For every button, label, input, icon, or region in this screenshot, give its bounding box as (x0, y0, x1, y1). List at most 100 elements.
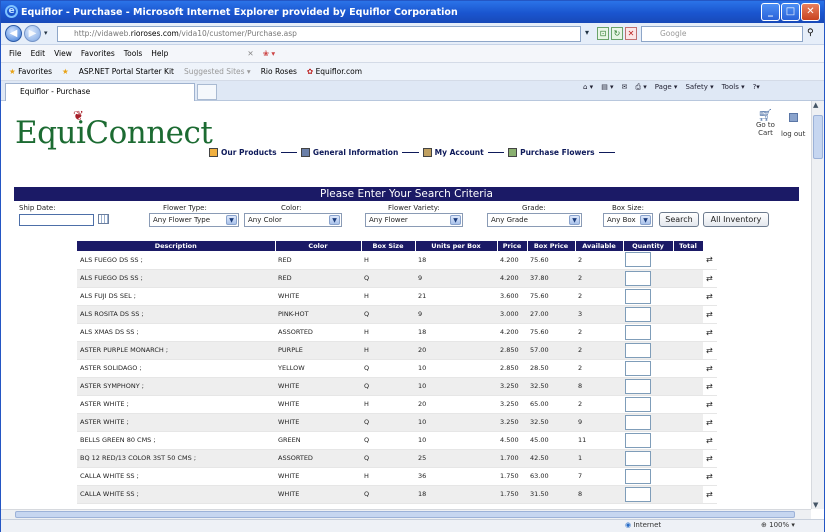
quantity-input[interactable] (625, 252, 651, 268)
quantity-input[interactable] (625, 450, 651, 466)
quantity-input[interactable] (625, 288, 651, 304)
menu-help[interactable]: Help (151, 49, 168, 58)
quantity-input[interactable] (625, 306, 651, 322)
forward-button[interactable]: ▶ (24, 25, 41, 42)
quantity-input[interactable] (625, 486, 651, 502)
quantity-input[interactable] (625, 342, 651, 358)
quantity-input[interactable] (625, 432, 651, 448)
go-to-cart-link[interactable]: 🛒︎ Go to Cart (756, 109, 775, 137)
quantity-input[interactable] (625, 270, 651, 286)
menu-file[interactable]: File (9, 49, 22, 58)
flower-type-select[interactable]: Any Flower Type ▼ (149, 213, 239, 227)
fav-link-rioroses[interactable]: Rio Roses (261, 67, 297, 76)
url-domain: rioroses.com (130, 29, 179, 38)
logo-flower-icon: ❦ (73, 109, 84, 124)
cell-total (673, 269, 703, 288)
logout-link[interactable]: log out (781, 113, 805, 138)
safety-menu[interactable]: Safety ▾ (685, 83, 713, 92)
quantity-input[interactable] (625, 414, 651, 430)
refresh-icon[interactable]: ↻ (611, 27, 623, 40)
compat-view-icon[interactable]: ⊡ (597, 27, 609, 40)
cell-description: ASTER WHITE ; (77, 395, 275, 414)
menu-tools[interactable]: Tools (124, 49, 142, 58)
add-to-cart-icon[interactable]: ⇄ (703, 305, 717, 324)
box-size-label: Box Size: (612, 204, 644, 212)
address-dropdown-icon[interactable]: ▾ (585, 28, 589, 37)
favorites-button[interactable]: ★ Favorites (9, 67, 52, 76)
add-to-cart-icon[interactable]: ⇄ (703, 341, 717, 360)
add-to-cart-icon[interactable]: ⇄ (703, 467, 717, 486)
color-select[interactable]: Any Color ▼ (244, 213, 342, 227)
scroll-up-icon[interactable]: ▲ (813, 101, 818, 109)
print-icon[interactable]: ⎙ ▾ (635, 83, 646, 92)
quantity-input[interactable] (625, 324, 651, 340)
horizontal-scroll-thumb[interactable] (15, 511, 795, 518)
zoom-control[interactable]: ⊕ 100% ▾ (761, 521, 795, 529)
add-to-cart-icon[interactable]: ⇄ (703, 251, 717, 270)
vertical-scrollbar[interactable]: ▲ ▼ (811, 101, 824, 509)
add-to-cart-icon[interactable]: ⇄ (703, 413, 717, 432)
history-dropdown-icon[interactable]: ▾ (44, 29, 48, 37)
search-button[interactable]: Search (659, 212, 699, 227)
new-tab-button[interactable] (197, 84, 217, 100)
ship-date-input[interactable] (19, 214, 94, 226)
nav-our-products[interactable]: Our Products (205, 147, 281, 157)
nav-divider (280, 151, 297, 153)
fav-link-portal[interactable]: ASP.NET Portal Starter Kit (79, 67, 174, 76)
fav-link-suggested[interactable]: Suggested Sites ▾ (184, 67, 251, 76)
grade-select[interactable]: Any Grade ▼ (487, 213, 582, 227)
calendar-icon[interactable] (98, 214, 109, 224)
menu-edit[interactable]: Edit (31, 49, 46, 58)
scroll-down-icon[interactable]: ▼ (813, 501, 818, 509)
page-menu[interactable]: Page ▾ (655, 83, 678, 92)
add-to-cart-icon[interactable]: ⇄ (703, 485, 717, 504)
all-inventory-button[interactable]: All Inventory (703, 212, 769, 227)
add-to-cart-icon[interactable]: ⇄ (703, 359, 717, 378)
cell-units-per-box: 18 (415, 251, 497, 270)
quantity-input[interactable] (625, 360, 651, 376)
search-input[interactable]: Google (641, 26, 803, 42)
add-to-cart-icon[interactable]: ⇄ (703, 449, 717, 468)
tab-equiflor-purchase[interactable]: Equiflor - Purchase (5, 83, 195, 101)
add-favorite-icon[interactable]: ★ (62, 67, 69, 76)
menu-favorites[interactable]: Favorites (81, 49, 115, 58)
vertical-scroll-thumb[interactable] (813, 115, 823, 159)
fav-link-suggested-label: Suggested Sites ▾ (183, 67, 251, 76)
nav-general-info[interactable]: General Information (296, 147, 403, 157)
tools-menu[interactable]: Tools ▾ (722, 83, 745, 92)
mail-icon[interactable]: ✉ (622, 83, 628, 92)
horizontal-scrollbar[interactable] (1, 509, 811, 519)
add-to-cart-icon[interactable]: ⇄ (703, 395, 717, 414)
nav-my-account[interactable]: My Account (418, 147, 488, 157)
add-to-cart-icon[interactable]: ⇄ (703, 323, 717, 342)
stop-icon[interactable]: ✕ (625, 27, 637, 40)
add-to-cart-icon[interactable]: ⇄ (703, 269, 717, 288)
nav-purchase-flowers[interactable]: Purchase Flowers (504, 147, 599, 157)
close-toolbar-icon[interactable]: ✕ (247, 49, 253, 58)
nav-purchase-flowers-label: Purchase Flowers (520, 147, 595, 157)
add-to-cart-icon[interactable]: ⇄ (703, 377, 717, 396)
feeds-icon[interactable]: ▤ ▾ (601, 83, 613, 92)
favorites-label: Favorites (18, 67, 53, 76)
quantity-input[interactable] (625, 396, 651, 412)
help-icon[interactable]: ?▾ (753, 83, 760, 92)
add-to-cart-icon[interactable]: ⇄ (703, 287, 717, 306)
box-size-select[interactable]: Any Box ▼ (603, 213, 653, 227)
maximize-button[interactable]: □ (781, 3, 800, 21)
cell-box-size: H (361, 323, 415, 342)
close-button[interactable]: ✕ (801, 3, 820, 21)
menu-view[interactable]: View (54, 49, 72, 58)
add-to-cart-icon[interactable]: ⇄ (703, 431, 717, 450)
address-input[interactable]: http://vidaweb.rioroses.com/vida10/custo… (57, 26, 581, 42)
home-icon[interactable]: ⌂ ▾ (583, 83, 593, 92)
quantity-input[interactable] (625, 378, 651, 394)
toolbar-addon-icon[interactable]: ❀ ▾ (263, 49, 275, 58)
cell-description: ALS ROSITA DS SS ; (77, 305, 275, 324)
variety-select[interactable]: Any Flower ▼ (365, 213, 463, 227)
back-button[interactable]: ◀ (5, 25, 22, 42)
fav-link-equiflor[interactable]: ✿ Equiflor.com (307, 67, 362, 76)
minimize-button[interactable]: _ (761, 3, 780, 21)
quantity-input[interactable] (625, 468, 651, 484)
search-icon[interactable]: ⚲ (807, 28, 814, 38)
cell-units-per-box: 25 (415, 449, 497, 468)
